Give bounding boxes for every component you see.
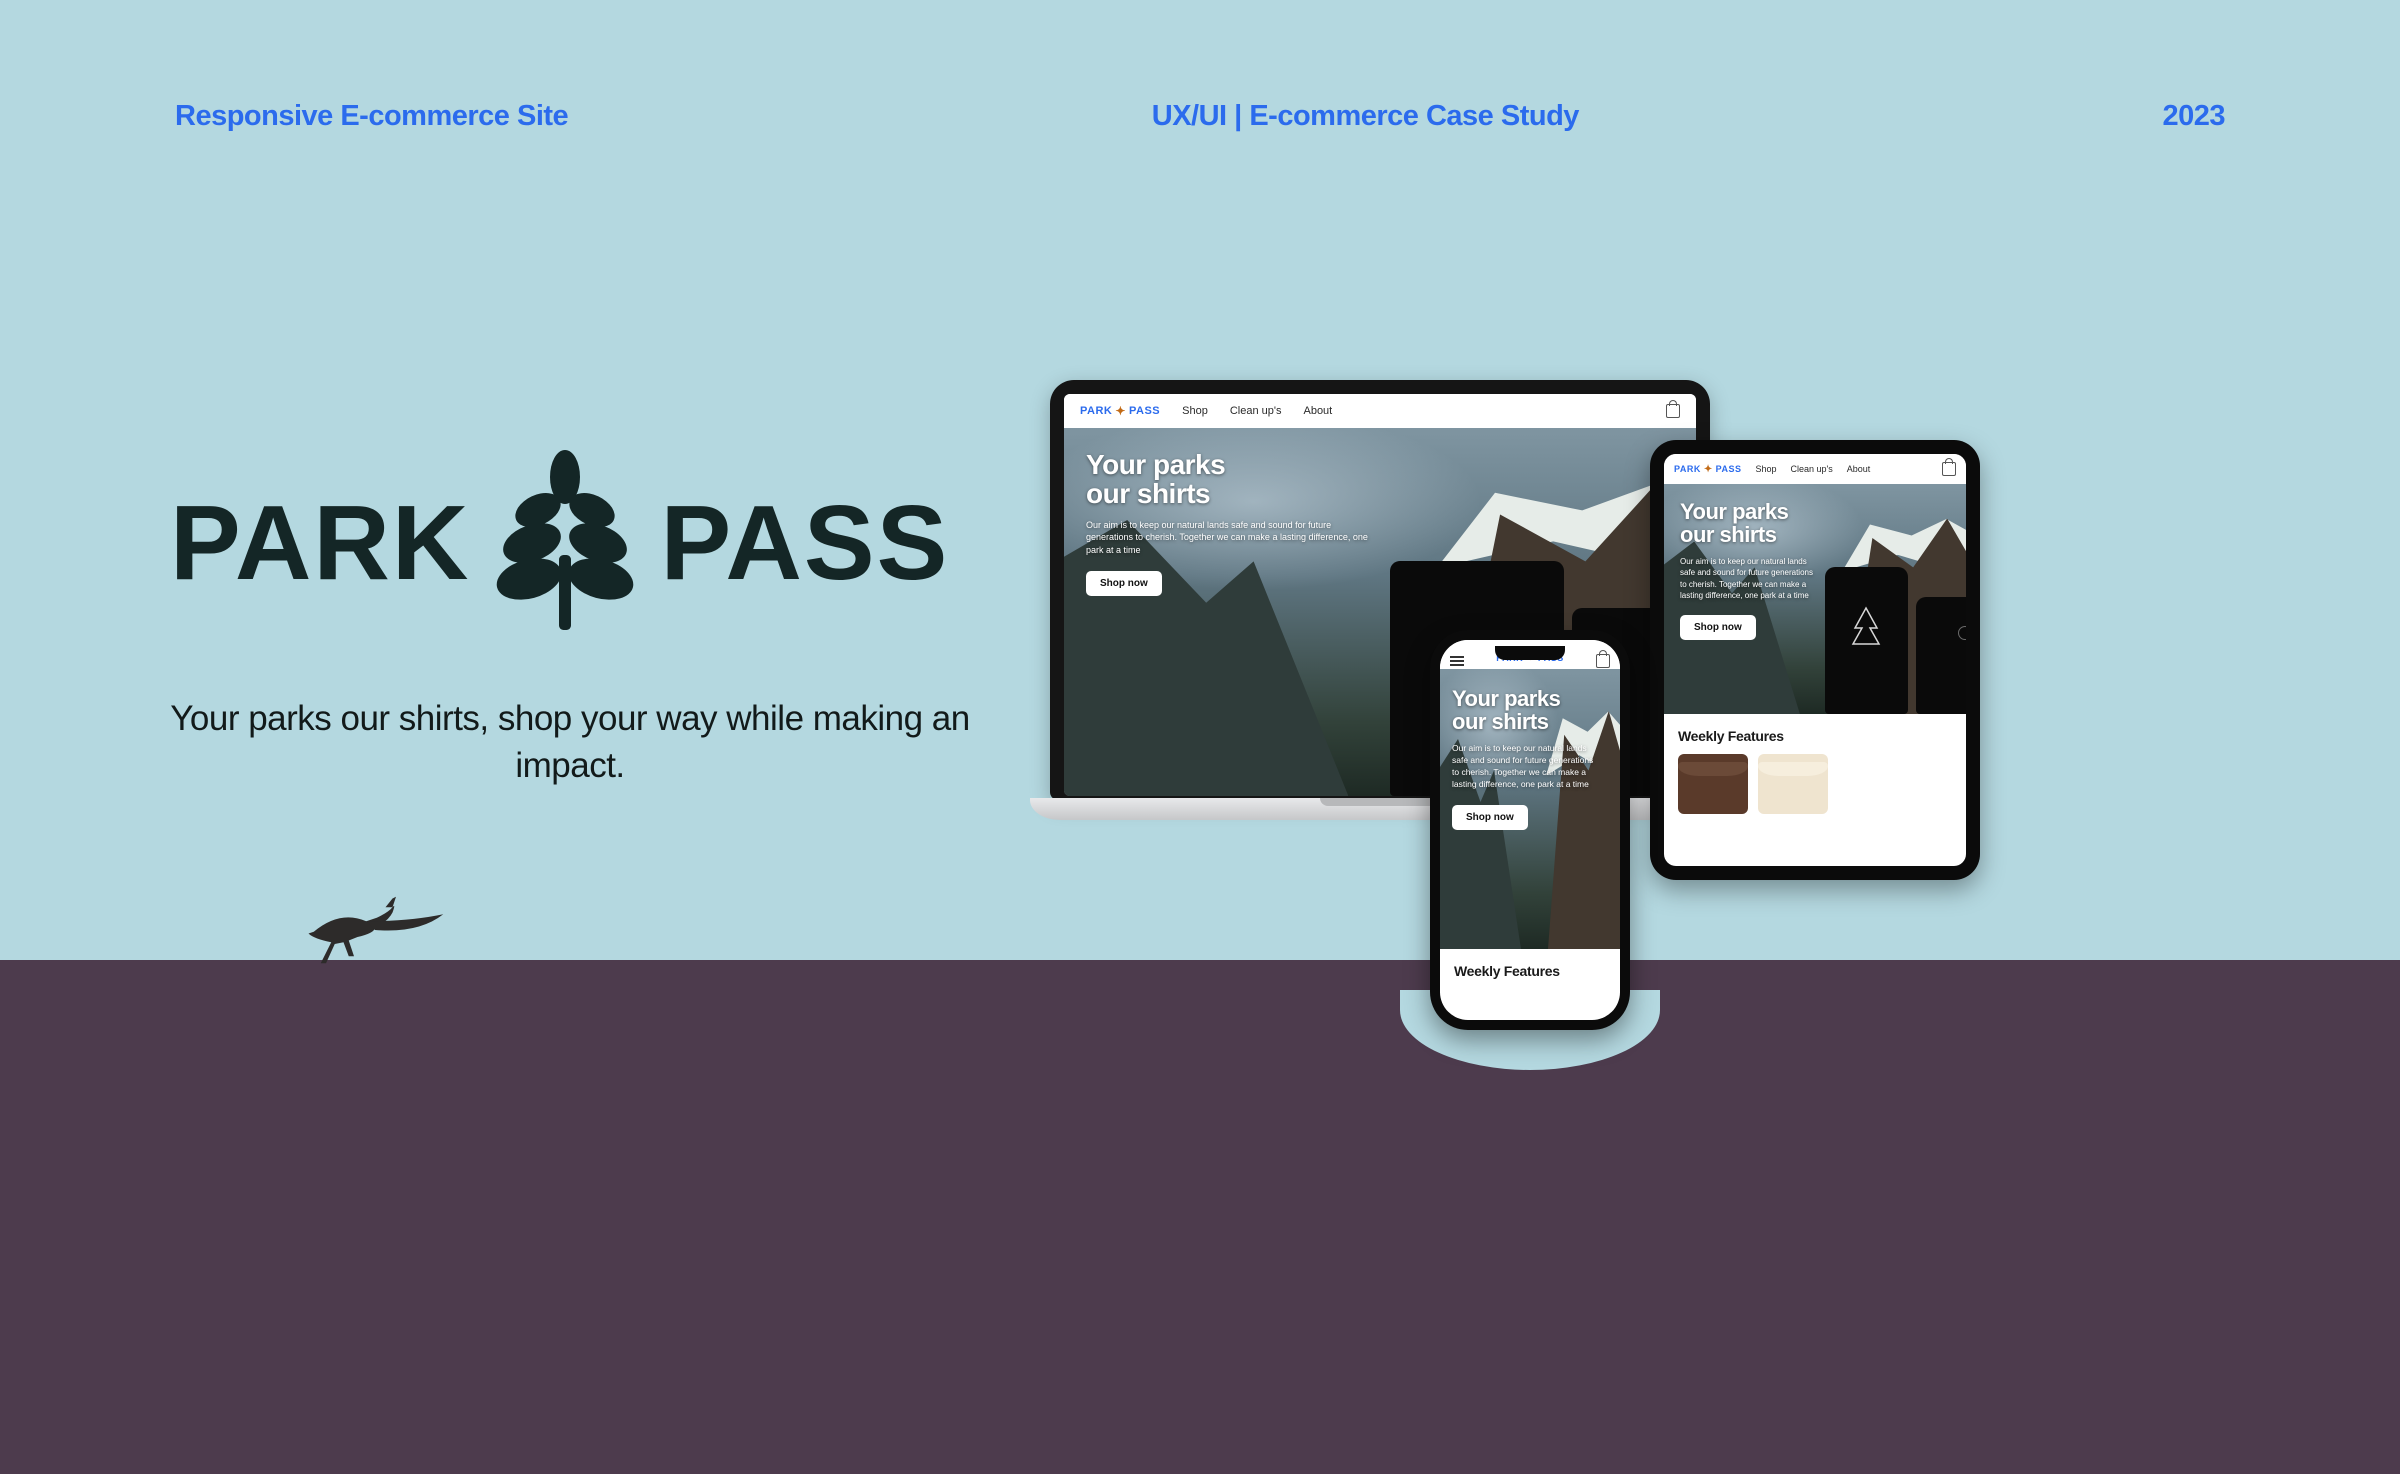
hero-headline-l2: our shirts	[1680, 522, 1776, 547]
phone-viewport: PARK ✦ PASS Your parks	[1440, 640, 1620, 1020]
hero-headline: Your parks our shirts	[1452, 687, 1600, 733]
features-heading: Weekly Features	[1678, 728, 1952, 744]
hero-copy: Your parks our shirts Our aim is to keep…	[1452, 687, 1600, 830]
header-row: Responsive E-commerce Site UX/UI | E-com…	[175, 100, 2225, 133]
hoodie-graphic	[1825, 567, 1908, 714]
nav-link-cleanups[interactable]: Clean up's	[1791, 464, 1833, 474]
brand-word-pass: PASS	[660, 490, 949, 596]
hero-section: Your parks our shirts Our aim is to keep…	[1440, 669, 1620, 949]
hero-headline: Your parks our shirts	[1680, 500, 1815, 546]
hero-subtext: Our aim is to keep our natural lands saf…	[1452, 743, 1600, 791]
feature-card[interactable]	[1758, 754, 1828, 814]
site-logo-park: PARK	[1674, 464, 1701, 474]
tablet-viewport: PARK ✦ PASS Shop Clean up's About	[1664, 454, 1966, 866]
site-logo-tree-icon: ✦	[1115, 404, 1126, 418]
cart-icon[interactable]	[1666, 404, 1680, 418]
nav-link-shop[interactable]: Shop	[1755, 464, 1776, 474]
phone-notch	[1495, 646, 1565, 660]
header-center: UX/UI | E-commerce Case Study	[1152, 100, 1579, 133]
site-navbar: PARK ✦ PASS Shop Clean up's About	[1064, 394, 1696, 428]
device-mockups: PARK ✦ PASS Shop Clean up's About	[1030, 380, 2180, 1060]
site-logo-pass: PASS	[1129, 405, 1160, 417]
hero-headline-l2: our shirts	[1086, 478, 1210, 509]
hero-merch-image	[1825, 519, 1966, 715]
features-heading: Weekly Features	[1454, 963, 1606, 979]
nav-link-about[interactable]: About	[1847, 464, 1871, 474]
case-study-hero-slide: Responsive E-commerce Site UX/UI | E-com…	[0, 0, 2400, 1474]
nav-link-about[interactable]: About	[1303, 405, 1332, 417]
site-logo-tree-icon: ✦	[1704, 464, 1713, 475]
phone-mockup: PARK ✦ PASS Your parks	[1430, 630, 1630, 1030]
nav-link-shop[interactable]: Shop	[1182, 405, 1208, 417]
hero-headline-l1: Your parks	[1452, 686, 1560, 711]
tablet-mockup: PARK ✦ PASS Shop Clean up's About	[1650, 440, 1980, 880]
hero-headline-l1: Your parks	[1680, 499, 1788, 524]
hero-subtext: Our aim is to keep our natural lands saf…	[1680, 556, 1815, 601]
tree-icon	[490, 450, 640, 635]
features-row	[1678, 754, 1952, 814]
roadrunner-icon	[305, 888, 445, 968]
site-logo-pass: PASS	[1716, 464, 1742, 474]
site-logo[interactable]: PARK ✦ PASS	[1674, 464, 1741, 475]
hero-copy: Your parks our shirts Our aim is to keep…	[1680, 500, 1815, 640]
nav-link-cleanups[interactable]: Clean up's	[1230, 405, 1282, 417]
tagline: Your parks our shirts, shop your way whi…	[170, 695, 970, 790]
cart-icon[interactable]	[1596, 654, 1610, 668]
site-navbar: PARK ✦ PASS Shop Clean up's About	[1664, 454, 1966, 484]
features-section: Weekly Features	[1664, 714, 1966, 828]
shop-now-button[interactable]: Shop now	[1452, 805, 1528, 830]
brand-word-park: PARK	[170, 490, 470, 596]
hero-subtext: Our aim is to keep our natural lands saf…	[1086, 519, 1376, 557]
hero-headline: Your parks our shirts	[1086, 450, 1380, 509]
features-section: Weekly Features	[1440, 949, 1620, 993]
brand-block: PARK PASS Your parks our sh	[170, 450, 970, 790]
laptop-trackpad-notch	[1320, 798, 1440, 806]
shop-now-button[interactable]: Shop now	[1680, 615, 1756, 640]
header-right: 2023	[2162, 100, 2225, 133]
crewneck-graphic	[1916, 597, 1966, 714]
hero-headline-l2: our shirts	[1452, 709, 1548, 734]
site-logo[interactable]: PARK ✦ PASS	[1080, 404, 1160, 418]
hero-copy: Your parks our shirts Our aim is to keep…	[1086, 450, 1380, 596]
hero-section: Your parks our shirts Our aim is to keep…	[1664, 484, 1966, 714]
shop-now-button[interactable]: Shop now	[1086, 571, 1162, 596]
feature-card[interactable]	[1678, 754, 1748, 814]
site-logo-park: PARK	[1080, 405, 1112, 417]
header-left: Responsive E-commerce Site	[175, 100, 568, 133]
cart-icon[interactable]	[1942, 462, 1956, 476]
brand-logo: PARK PASS	[170, 450, 970, 635]
hero-headline-l1: Your parks	[1086, 449, 1225, 480]
menu-icon[interactable]	[1450, 656, 1464, 666]
